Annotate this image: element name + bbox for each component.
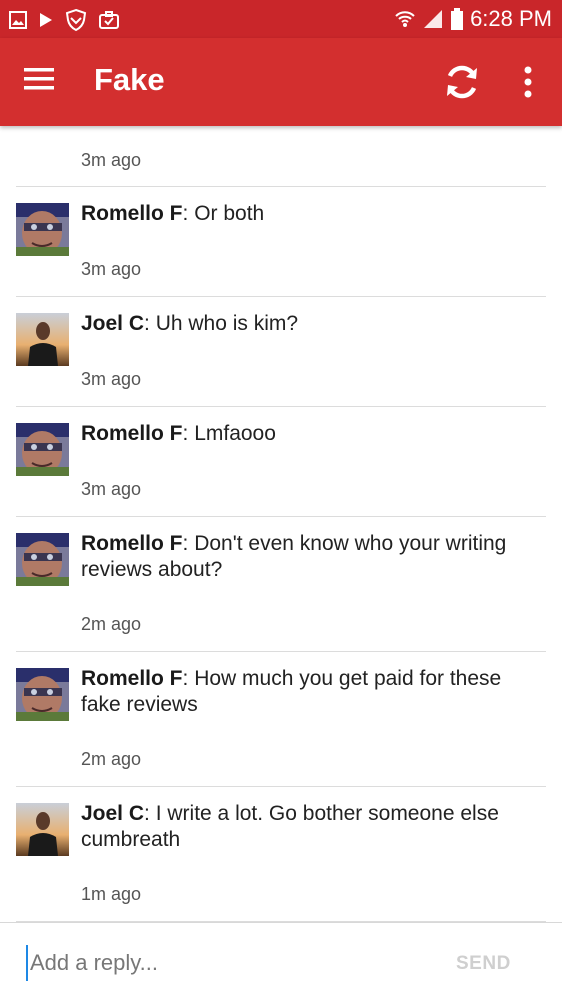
comment-timestamp: 3m ago bbox=[81, 259, 142, 279]
status-notifications bbox=[8, 8, 120, 32]
comment-timestamp: 3m ago bbox=[81, 479, 142, 499]
comment-item: 3m ago bbox=[0, 126, 562, 187]
refresh-button[interactable] bbox=[440, 60, 484, 104]
reply-input[interactable] bbox=[26, 945, 426, 981]
avatar[interactable] bbox=[16, 668, 69, 721]
comment-author[interactable]: Romello F bbox=[81, 667, 183, 690]
comment-timestamp: 3m ago bbox=[81, 150, 142, 170]
menu-button[interactable] bbox=[22, 64, 62, 100]
avatar[interactable] bbox=[16, 803, 69, 856]
joel-avatar-image bbox=[16, 803, 69, 856]
app-bar: Fake bbox=[0, 38, 562, 126]
romello-avatar-image bbox=[16, 668, 69, 721]
status-bar: 6:28 PM bbox=[0, 0, 562, 38]
romello-avatar-image bbox=[16, 203, 69, 256]
comment-text: Romello F: How much you get paid for the… bbox=[81, 666, 532, 718]
shield-icon bbox=[65, 8, 87, 32]
play-icon bbox=[40, 13, 52, 27]
comment-text: Joel C: Uh who is kim? bbox=[81, 311, 532, 337]
romello-avatar-image bbox=[16, 423, 69, 476]
status-system: 6:28 PM bbox=[394, 6, 552, 32]
comment-timestamp: 1m ago bbox=[81, 884, 142, 904]
send-button[interactable]: SEND bbox=[456, 953, 511, 975]
comment-body: Or both bbox=[188, 202, 265, 225]
battery-icon bbox=[451, 8, 464, 30]
comment-item: Romello F: Or both 3m ago bbox=[0, 187, 562, 297]
avatar[interactable] bbox=[16, 423, 69, 476]
comment-author[interactable]: Romello F bbox=[81, 532, 183, 555]
comment-body: Uh who is kim? bbox=[149, 312, 299, 335]
avatar[interactable] bbox=[16, 203, 69, 256]
status-time: 6:28 PM bbox=[470, 6, 552, 31]
comment-author[interactable]: Romello F bbox=[81, 202, 183, 225]
wifi-icon bbox=[395, 11, 415, 27]
comment-text: Romello F: Or both bbox=[81, 201, 532, 227]
comment-author[interactable]: Romello F bbox=[81, 422, 183, 445]
comment-item: Romello F: Lmfaooo 3m ago bbox=[0, 407, 562, 517]
image-icon bbox=[9, 11, 27, 29]
comment-author[interactable]: Joel C bbox=[81, 802, 144, 825]
avatar[interactable] bbox=[16, 313, 69, 366]
comment-item: Joel C: Uh who is kim? 3m ago bbox=[0, 297, 562, 407]
comment-author[interactable]: Joel C bbox=[81, 312, 144, 335]
comment-text: Joel C: I write a lot. Go bother someone… bbox=[81, 801, 532, 853]
comment-body: Lmfaooo bbox=[188, 422, 276, 445]
overflow-menu-button[interactable] bbox=[514, 62, 542, 102]
comment-item: Joel C: I write a lot. Go bother someone… bbox=[0, 787, 562, 922]
comment-list[interactable]: 3m ago Romello F: Or both 3m ago Joel C:… bbox=[0, 126, 562, 922]
joel-avatar-image bbox=[16, 313, 69, 366]
signal-icon bbox=[424, 10, 443, 28]
comment-timestamp: 3m ago bbox=[81, 369, 142, 389]
reply-bar: SEND bbox=[0, 922, 562, 1000]
comment-item: Romello F: Don't even know who your writ… bbox=[0, 517, 562, 652]
page-title: Fake bbox=[94, 62, 165, 97]
more-vert-icon bbox=[524, 66, 532, 98]
comment-text: Romello F: Don't even know who your writ… bbox=[81, 531, 532, 583]
comment-timestamp: 2m ago bbox=[81, 749, 142, 769]
briefcase-icon bbox=[99, 11, 119, 29]
romello-avatar-image bbox=[16, 533, 69, 586]
refresh-icon bbox=[447, 65, 477, 99]
comment-text: Romello F: Lmfaooo bbox=[81, 421, 532, 447]
comment-item: Romello F: How much you get paid for the… bbox=[0, 652, 562, 787]
comment-timestamp: 2m ago bbox=[81, 614, 142, 634]
avatar[interactable] bbox=[16, 533, 69, 586]
menu-icon bbox=[24, 68, 54, 90]
